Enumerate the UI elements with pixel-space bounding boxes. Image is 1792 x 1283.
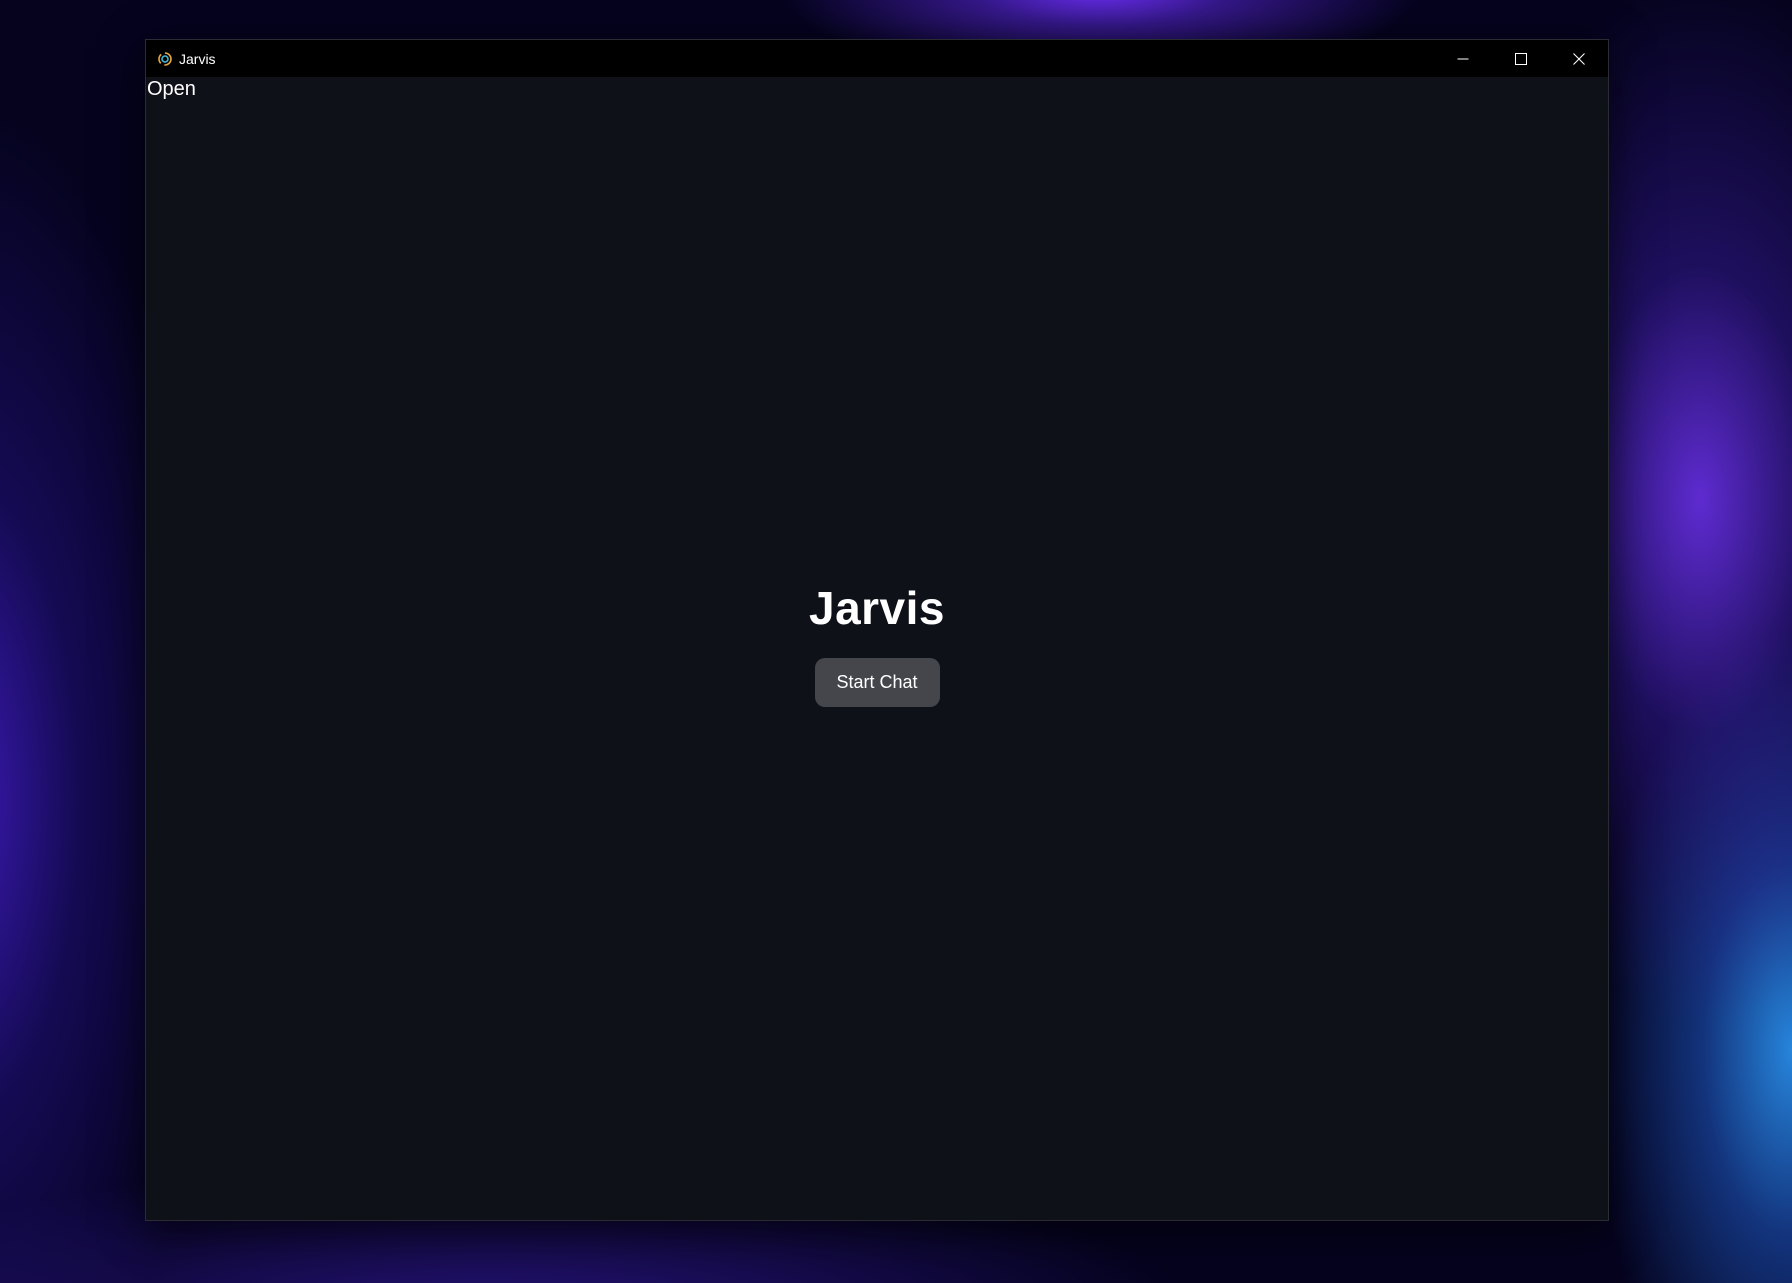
app-heading: Jarvis	[808, 582, 945, 634]
close-icon	[1573, 52, 1585, 65]
start-chat-button[interactable]: Start Chat	[814, 658, 940, 707]
open-menu-item[interactable]: Open	[146, 78, 197, 101]
window-controls	[1434, 40, 1608, 77]
close-button[interactable]	[1550, 40, 1608, 77]
minimize-icon	[1457, 58, 1469, 59]
minimize-button[interactable]	[1434, 40, 1492, 77]
maximize-button[interactable]	[1492, 40, 1550, 77]
maximize-icon	[1515, 52, 1527, 65]
window-title: Jarvis	[179, 50, 216, 67]
jarvis-logo-icon	[157, 51, 173, 67]
title-bar[interactable]: Jarvis	[146, 40, 1608, 77]
app-window: Jarvis Open Jarvis Start Chat	[145, 39, 1609, 1221]
welcome-panel: Jarvis Start Chat	[146, 585, 1608, 707]
